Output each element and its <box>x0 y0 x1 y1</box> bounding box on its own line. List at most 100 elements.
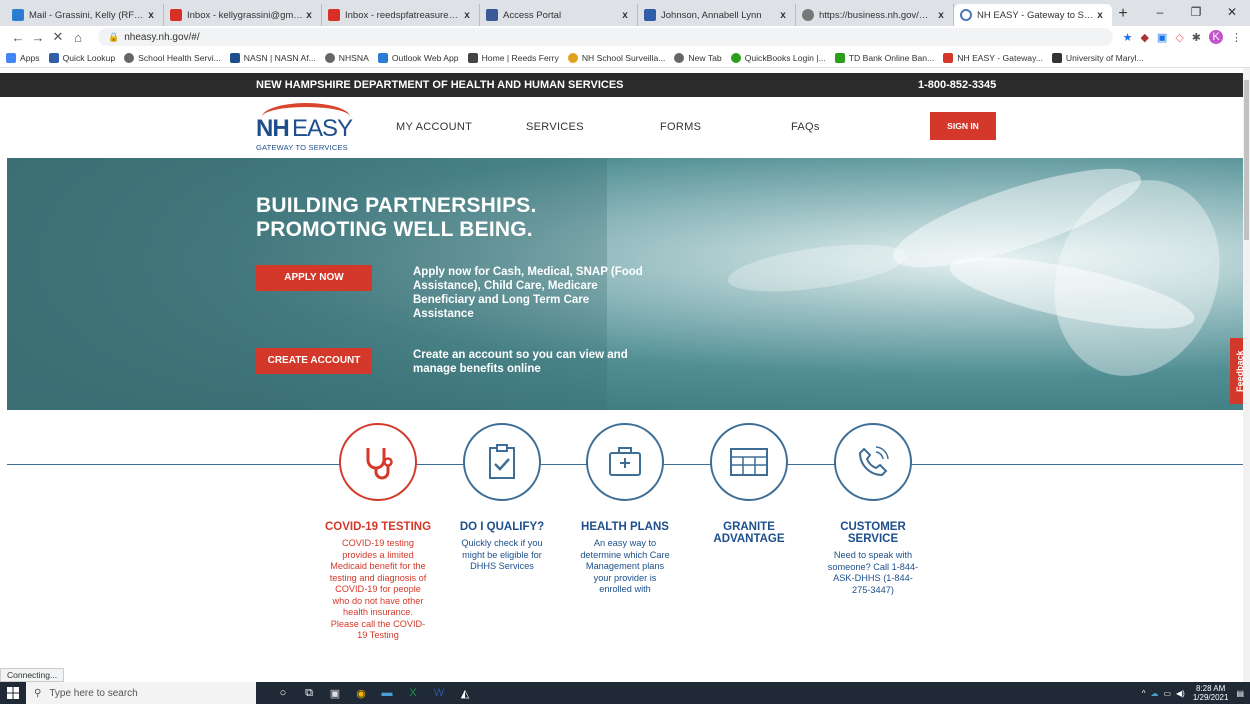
create-account-button[interactable]: CREATE ACCOUNT <box>256 348 372 374</box>
bookmark-item[interactable]: NH EASY - Gateway... <box>943 52 1043 63</box>
browser-tab[interactable]: https://business.nh.gov/DOS_CCx <box>796 4 954 26</box>
close-window-button[interactable]: ✕ <box>1214 0 1250 26</box>
back-button[interactable]: ← <box>8 30 28 45</box>
show-hidden-icons-icon[interactable]: ^ <box>1142 689 1146 698</box>
browser-tab-active[interactable]: NH EASY - Gateway to Servicesx <box>954 4 1112 26</box>
lock-icon: 🔒 <box>108 32 120 42</box>
feature-description: Need to speak with someone? Call 1-844-A… <box>827 550 919 595</box>
sign-in-button[interactable]: SIGN IN <box>930 112 996 140</box>
tab-title: Johnson, Annabell Lynn <box>661 9 762 21</box>
feature-customer-service[interactable]: CUSTOMER SERVICE Need to speak with some… <box>818 423 928 596</box>
notifications-icon[interactable]: ▤ <box>1236 689 1244 698</box>
department-phone[interactable]: 1-800-852-3345 <box>918 73 996 97</box>
browser-tab[interactable]: Access Portal x <box>480 4 638 26</box>
extension-icon[interactable]: ▣ <box>1157 31 1167 44</box>
department-name: NEW HAMPSHIRE DEPARTMENT OF HEALTH AND H… <box>256 79 624 91</box>
globe-icon <box>124 52 135 63</box>
close-tab-icon[interactable]: x <box>619 10 631 21</box>
bookmark-item[interactable]: School Health Servi... <box>124 52 221 63</box>
taskbar-clock[interactable]: 8:28 AM 1/29/2021 <box>1193 684 1229 702</box>
close-tab-icon[interactable]: x <box>777 10 789 21</box>
start-button[interactable] <box>0 682 26 704</box>
tab-title: NH EASY - Gateway to Services <box>977 9 1094 21</box>
bookmark-item[interactable]: Quick Lookup <box>48 52 115 63</box>
bookmark-item[interactable]: Outlook Web App <box>377 52 459 63</box>
nav-forms[interactable]: FORMS <box>660 121 701 133</box>
puzzle-icon[interactable]: ✱ <box>1192 31 1201 44</box>
nav-my-account[interactable]: MY ACCOUNT <box>396 121 472 133</box>
windows-logo-icon <box>7 687 19 699</box>
bookmark-item[interactable]: QuickBooks Login |... <box>730 52 826 63</box>
file-explorer-icon[interactable]: ▬ <box>374 682 400 704</box>
feature-granite-advantage[interactable]: GRANITE ADVANTAGE <box>694 423 804 545</box>
excel-icon[interactable]: X <box>400 682 426 704</box>
page-scrollbar[interactable] <box>1243 68 1250 682</box>
bookmark-star-icon[interactable]: ★ <box>1123 31 1133 44</box>
nav-faqs[interactable]: FAQs <box>791 121 820 133</box>
browser-tab[interactable]: Johnson, Annabell Lynn x <box>638 4 796 26</box>
browser-tab[interactable]: Inbox - kellygrassini@gmail.comx <box>164 4 322 26</box>
bookmark-item[interactable]: Apps <box>6 52 40 63</box>
url-input[interactable]: 🔒 nheasy.nh.gov/#/ <box>98 28 1113 46</box>
tab-title: Mail - Grassini, Kelly (RFS) - Outl <box>29 9 145 21</box>
apply-now-button[interactable]: APPLY NOW <box>256 265 372 291</box>
feature-title: DO I QUALIFY? <box>459 521 545 533</box>
surveillance-icon <box>567 52 578 63</box>
extension-icon[interactable]: ◆ <box>1140 31 1148 44</box>
tab-title: Access Portal <box>503 9 562 21</box>
bookmark-item[interactable]: New Tab <box>674 52 722 63</box>
word-icon[interactable]: W <box>426 682 452 704</box>
close-tab-icon[interactable]: x <box>145 10 157 21</box>
chrome-icon[interactable]: ◉ <box>348 682 374 704</box>
bookmark-item[interactable]: NASN | NASN Af... <box>229 52 316 63</box>
department-bar: NEW HAMPSHIRE DEPARTMENT OF HEALTH AND H… <box>0 73 1243 97</box>
close-tab-icon[interactable]: x <box>1094 10 1106 21</box>
profile-avatar[interactable]: K <box>1209 30 1223 44</box>
close-tab-icon[interactable]: x <box>303 10 315 21</box>
forward-button[interactable]: → <box>28 30 48 45</box>
taskbar-search-input[interactable]: ⚲ Type here to search <box>26 682 256 704</box>
system-tray: ^ ☁ ▭ ◀) 8:28 AM 1/29/2021 ▤ <box>1142 682 1250 704</box>
photos-icon[interactable]: ◭ <box>452 682 478 704</box>
school-icon <box>467 52 478 63</box>
extension-icon[interactable]: ◇ <box>1175 31 1183 44</box>
menu-icon[interactable]: ⋮ <box>1231 31 1242 44</box>
gmail-favicon-icon <box>328 9 340 21</box>
feature-health-plans[interactable]: HEALTH PLANS An easy way to determine wh… <box>570 423 680 596</box>
bookmark-item[interactable]: Home | Reeds Ferry <box>467 52 559 63</box>
volume-icon[interactable]: ◀) <box>1176 689 1185 698</box>
globe-icon <box>324 52 335 63</box>
gmail-favicon-icon <box>170 9 182 21</box>
onedrive-icon[interactable]: ☁ <box>1150 689 1158 698</box>
stethoscope-icon <box>366 448 393 480</box>
minimize-button[interactable]: – <box>1142 0 1178 26</box>
window-controls: – ❐ ✕ <box>1142 0 1250 26</box>
circle <box>710 423 788 501</box>
cortana-icon[interactable]: ○ <box>270 682 296 704</box>
home-button[interactable]: ⌂ <box>68 30 88 45</box>
restore-button[interactable]: ❐ <box>1178 0 1214 26</box>
nheasy-logo[interactable]: NH EASY GATEWAY TO SERVICES <box>254 103 364 153</box>
new-tab-button[interactable]: + <box>1112 4 1134 26</box>
browser-tab[interactable]: Inbox - reedspfatreasurer@gmaix <box>322 4 480 26</box>
network-icon[interactable]: ▭ <box>1163 689 1171 698</box>
medical-kit-icon <box>609 447 641 476</box>
globe-icon <box>674 52 685 63</box>
store-icon[interactable]: ▣ <box>322 682 348 704</box>
bookmark-item[interactable]: TD Bank Online Ban... <box>834 52 934 63</box>
nheasy-icon <box>943 52 954 63</box>
feature-do-i-qualify[interactable]: DO I QUALIFY? Quickly check if you might… <box>447 423 557 573</box>
feature-covid-testing[interactable]: COVID-19 TESTING COVID-19 testing provid… <box>323 423 433 642</box>
bookmark-item[interactable]: NH School Surveilla... <box>567 52 665 63</box>
stop-loading-button[interactable]: ✕ <box>48 29 68 45</box>
browser-tab[interactable]: Mail - Grassini, Kelly (RFS) - Outlx <box>6 4 164 26</box>
bookmark-item[interactable]: University of Maryl... <box>1051 52 1144 63</box>
nasn-logo-icon <box>229 52 240 63</box>
close-tab-icon[interactable]: x <box>935 10 947 21</box>
card-grid-icon <box>730 448 768 476</box>
bookmark-item[interactable]: NHSNA <box>324 52 369 63</box>
scrollbar-thumb[interactable] <box>1244 80 1249 240</box>
nav-services[interactable]: SERVICES <box>526 121 584 133</box>
close-tab-icon[interactable]: x <box>461 10 473 21</box>
task-view-icon[interactable]: ⧉ <box>296 682 322 704</box>
